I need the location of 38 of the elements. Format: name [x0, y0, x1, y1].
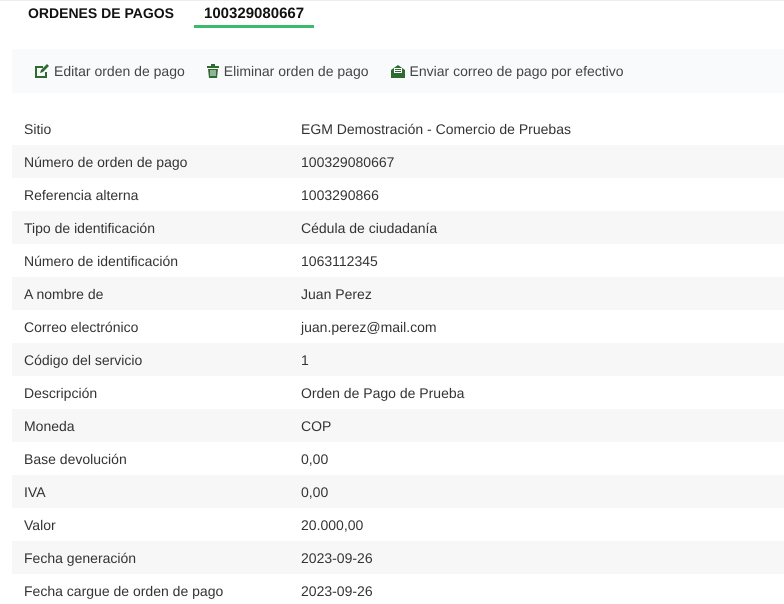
tab[interactable]: ORDENES DE PAGOS: [28, 1, 184, 28]
field-value: juan.perez@mail.com: [301, 318, 437, 334]
field-label: A nombre de: [23, 286, 104, 302]
field-value: 1: [301, 352, 309, 368]
field-label: Moneda: [23, 418, 76, 434]
field-label: Fecha generación: [23, 550, 138, 566]
field-label: Código del servicio: [23, 352, 144, 368]
field-label: Número de orden de pago: [23, 154, 188, 170]
field-label: Sitio: [23, 120, 52, 136]
field-value: 2023-09-26: [301, 582, 373, 598]
mail-icon: [390, 64, 405, 78]
field-value: COP: [301, 418, 332, 434]
field-label: Número de identificación: [23, 252, 180, 268]
field-value: 1063112345: [301, 252, 378, 268]
tab[interactable]: 100329080667: [194, 1, 314, 28]
field-value: 0,00: [301, 484, 328, 500]
field-label: IVA: [23, 484, 47, 500]
field-value: Cédula de ciudadanía: [301, 220, 438, 236]
field-label: Descripción: [23, 384, 98, 400]
field-value: 20.000,00: [301, 516, 364, 532]
field-value: 1003290866: [301, 186, 379, 202]
field-label: Valor: [23, 516, 57, 532]
edit-icon: [34, 64, 49, 78]
field-value: 2023-09-26: [301, 550, 373, 566]
field-value: 0,00: [301, 450, 328, 466]
field-label: Tipo de identificación: [23, 220, 156, 236]
field-label: Referencia alterna: [23, 186, 140, 202]
field-label: Correo electrónico: [23, 318, 140, 334]
field-label: Fecha cargue de orden de pago: [23, 582, 224, 598]
action-button[interactable]: Editar orden de pago: [34, 63, 185, 79]
action-button[interactable]: Enviar correo de pago por efectivo: [390, 63, 624, 79]
field-value: EGM Demostración - Comercio de Pruebas: [301, 120, 571, 136]
field-value: Juan Perez: [301, 286, 372, 302]
action-button[interactable]: Eliminar orden de pago: [206, 63, 369, 79]
field-label: Base devolución: [23, 450, 128, 466]
trash-icon: [206, 64, 219, 78]
field-value: 100329080667: [301, 154, 394, 170]
field-value: Orden de Pago de Prueba: [301, 384, 464, 400]
